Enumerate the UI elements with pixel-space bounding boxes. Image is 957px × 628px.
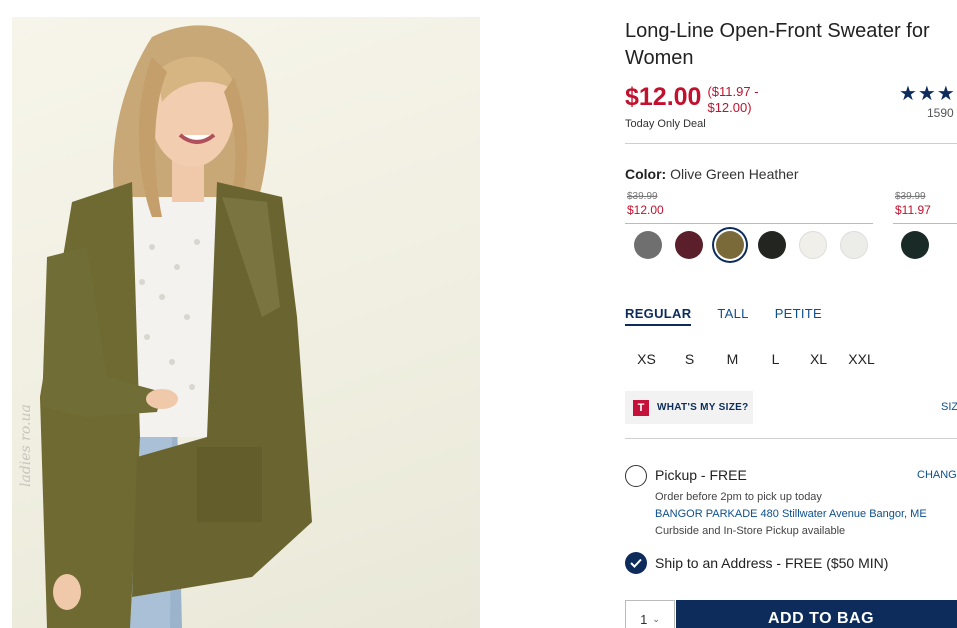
size-m[interactable]: M (711, 351, 754, 367)
tab-petite[interactable]: PETITE (775, 306, 822, 326)
rating-stars-icon[interactable]: ★★★ (899, 81, 956, 106)
color-label: Color: (625, 166, 667, 182)
divider (625, 143, 957, 144)
group-sale-price: $12.00 (627, 203, 664, 217)
quantity-value: 1 (640, 611, 648, 627)
group-sale-price: $11.97 (895, 203, 931, 217)
selected-color-name: Olive Green Heather (670, 166, 799, 182)
swatch-grey[interactable] (634, 231, 662, 259)
pickup-cutoff: Order before 2pm to pick up today (655, 491, 822, 503)
group-original-price: $39.99 (895, 191, 926, 202)
swatch-dark-green[interactable] (901, 231, 929, 259)
quantity-select[interactable]: 1 ⌄ (625, 600, 675, 628)
price-range: ($11.97 - $12.00) (707, 84, 759, 115)
group-original-price: $39.99 (627, 191, 658, 202)
size-xl[interactable]: XL (797, 351, 840, 367)
size-xs[interactable]: XS (625, 351, 668, 367)
swatch-burgundy[interactable] (675, 231, 703, 259)
tab-tall[interactable]: TALL (717, 306, 748, 326)
color-swatch-groups: $39.99 $12.00 $39.99 $11.97 (625, 191, 957, 269)
fit-tabs: REGULAR TALL PETITE (625, 306, 848, 326)
checkmark-icon (630, 558, 642, 568)
size-options: XS S M L XL XXL (625, 351, 883, 367)
tab-regular[interactable]: REGULAR (625, 306, 692, 326)
size-s[interactable]: S (668, 351, 711, 367)
swatch-white[interactable] (840, 231, 868, 259)
size-l[interactable]: L (754, 351, 797, 367)
ship-checked-radio[interactable] (625, 552, 647, 574)
add-to-bag-button[interactable]: ADD TO BAG (676, 600, 957, 628)
swatch-cream[interactable] (799, 231, 827, 259)
model-illustration (40, 25, 312, 628)
pickup-availability: Curbside and In-Store Pickup available (655, 525, 846, 537)
deal-label: Today Only Deal (625, 118, 706, 130)
whats-my-size-label: WHAT'S MY SIZE? (657, 402, 749, 413)
product-title: Long-Line Open-Front Sweater for Women (625, 20, 930, 69)
swatch-black[interactable] (758, 231, 786, 259)
color-selection-label: Color: Olive Green Heather (625, 166, 957, 182)
product-image[interactable]: ladies ro.ua (12, 17, 480, 628)
ship-label[interactable]: Ship to an Address - FREE ($50 MIN) (655, 555, 888, 571)
size-chart-link[interactable]: SIZ (941, 401, 957, 413)
review-count[interactable]: 1590 (927, 106, 954, 120)
swatch-olive-selected[interactable] (716, 231, 744, 259)
image-watermark: ladies ro.ua (18, 404, 34, 487)
group-divider (625, 223, 873, 224)
divider (625, 438, 957, 439)
price-row: $12.00 ($11.97 - $12.00) ★★★ 1590 (625, 81, 957, 120)
true-fit-logo-icon: T (633, 399, 649, 416)
group-divider (893, 223, 957, 224)
product-details-panel: Long-Line Open-Front Sweater for Women $… (625, 18, 957, 628)
pickup-label[interactable]: Pickup - FREE (655, 467, 747, 483)
pickup-store[interactable]: BANGOR PARKADE 480 Stillwater Avenue Ban… (655, 508, 927, 520)
pickup-radio[interactable] (625, 465, 647, 487)
chevron-down-icon: ⌄ (652, 613, 660, 624)
whats-my-size-button[interactable]: T WHAT'S MY SIZE? (625, 391, 753, 424)
sale-price: $12.00 (625, 83, 702, 111)
change-store-link[interactable]: CHANG (917, 469, 957, 481)
size-xxl[interactable]: XXL (840, 351, 883, 367)
